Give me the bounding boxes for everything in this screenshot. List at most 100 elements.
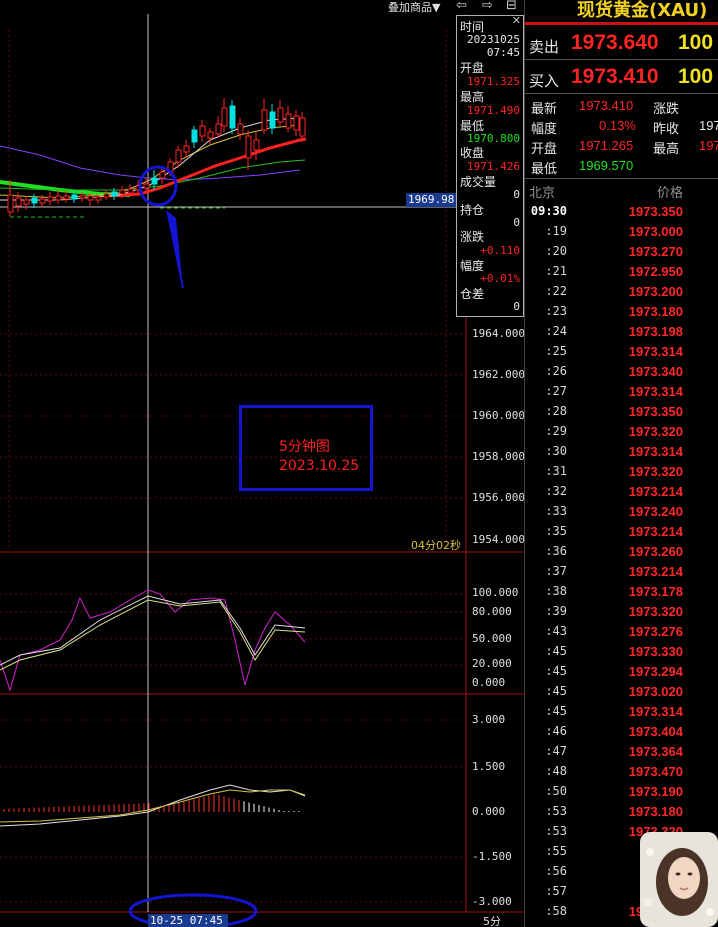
tick-time: :53	[545, 804, 567, 818]
tick-row: :36 1973.260	[525, 542, 718, 562]
sell-volume: 100	[678, 31, 714, 54]
tick-row: :50 1973.190	[525, 782, 718, 802]
tick-row: :19 1973.000	[525, 222, 718, 242]
prev-close-label: 昨收	[653, 122, 680, 137]
chart-area[interactable]: 1964.000 1962.000 1960.000 1958.000 1956.000…	[0, 0, 525, 927]
avatar-image	[640, 832, 718, 927]
osc-y-label: 100.000	[472, 586, 519, 599]
tick-time: :45	[545, 664, 567, 678]
tick-row: :23 1973.180	[525, 302, 718, 322]
instrument-title: 现货黄金(XAU)	[577, 0, 708, 21]
tick-price: 1972.950	[628, 264, 683, 279]
period-button[interactable]: 5分	[483, 913, 501, 927]
candle-body	[221, 107, 228, 127]
tick-row: :45 1973.314	[525, 702, 718, 722]
price-y-label: 1958.000	[472, 450, 525, 463]
pct-value: 0.13%	[599, 118, 636, 133]
info-position-label: 持仓	[460, 203, 485, 217]
tick-price: 1973.276	[628, 624, 683, 639]
tick-price: 1973.340	[628, 364, 683, 379]
price-y-label: 1954.000	[472, 533, 525, 546]
tick-row: :20 1973.270	[525, 242, 718, 262]
tick-row: :45 1973.020	[525, 682, 718, 702]
tick-price: 1973.320	[628, 424, 683, 439]
tick-time: :48	[545, 764, 567, 778]
info-volume: 0	[513, 188, 520, 201]
close-icon[interactable]: ✕	[512, 14, 521, 27]
tick-price: 1973.180	[628, 804, 683, 819]
tick-row: :43 1973.276	[525, 622, 718, 642]
tick-time: :47	[545, 744, 567, 758]
candle-body	[299, 117, 306, 137]
candle-body	[87, 195, 94, 201]
tick-row: :53 1973.180	[525, 802, 718, 822]
info-oi-diff-label: 仓差	[460, 287, 485, 301]
tick-row: :26 1973.340	[525, 362, 718, 382]
candle-body	[71, 194, 78, 200]
tick-time: :36	[545, 544, 567, 558]
candle-body	[39, 198, 46, 204]
candle-body	[269, 111, 276, 129]
candle-body	[245, 135, 252, 159]
price-y-label: 1960.000	[472, 409, 525, 422]
sell-row[interactable]: 卖出 1973.640 100	[529, 28, 718, 58]
user-avatar[interactable]	[640, 832, 718, 927]
tick-row: :27 1973.314	[525, 382, 718, 402]
osc-white	[0, 595, 306, 666]
tick-price: 1973.350	[628, 204, 683, 219]
annotation-title: 5分钟图	[279, 439, 330, 455]
bar-info-box: ✕ 时间 20231025 07:45 开盘 1971.325 最高 1971.…	[456, 14, 524, 317]
arrow-left-icon[interactable]: ⇦	[456, 0, 467, 13]
tick-time: :46	[545, 724, 567, 738]
buy-label: 买入	[529, 72, 560, 90]
sell-label: 卖出	[529, 38, 560, 56]
divider	[525, 59, 718, 60]
tick-time: :22	[545, 284, 567, 298]
tick-time: 09:30	[530, 204, 567, 218]
arrow-right-icon[interactable]: ⇨	[482, 0, 493, 13]
tick-row: :31 1973.320	[525, 462, 718, 482]
candle-body	[183, 145, 190, 153]
tick-row: :32 1973.214	[525, 482, 718, 502]
tick-price: 1973.200	[628, 284, 683, 299]
candle-body	[111, 191, 118, 197]
tick-time-header: 北京	[529, 186, 556, 201]
tick-time: :28	[545, 404, 567, 418]
window-icon[interactable]: ⊟	[506, 0, 517, 13]
tick-time: :39	[545, 604, 567, 618]
tick-time: :58	[545, 904, 567, 918]
title-underline	[525, 22, 718, 25]
tick-time: :43	[545, 624, 567, 638]
info-date: 20231025	[467, 33, 520, 46]
candle-body	[63, 195, 70, 200]
buy-row[interactable]: 买入 1973.410 100	[529, 62, 718, 92]
candle-body	[277, 107, 284, 123]
tick-price: 1973.270	[628, 244, 683, 259]
candle-body	[119, 189, 126, 195]
tick-time: :57	[545, 884, 567, 898]
tick-price: 1973.000	[628, 224, 683, 239]
crosshair-time-tag: 10-25 07:45	[148, 914, 228, 927]
tick-time: :20	[545, 244, 567, 258]
annotation-date: 2023.10.25	[279, 458, 360, 474]
tick-time: :45	[545, 684, 567, 698]
last-label: 最新	[531, 102, 558, 117]
overlay-product-dropdown[interactable]: 叠加商品▼	[388, 0, 440, 15]
tick-time: :55	[545, 844, 567, 858]
tick-price: 1973.294	[628, 664, 683, 679]
info-change-label: 涨跌	[460, 230, 485, 244]
tick-time: :24	[545, 324, 567, 338]
candle-body	[23, 199, 30, 205]
tick-price: 1973.190	[628, 784, 683, 799]
tick-price: 1973.330	[628, 644, 683, 659]
tick-price: 1973.314	[628, 704, 683, 719]
tick-row: :35 1973.214	[525, 522, 718, 542]
buy-price: 1973.410	[571, 65, 659, 88]
quote-panel: 现货黄金(XAU) 卖出 1973.640 100 买入 1973.410 10…	[524, 0, 718, 927]
crosshair	[0, 14, 466, 912]
tick-time: :30	[545, 444, 567, 458]
tick-price: 1973.320	[628, 464, 683, 479]
price-y-label: 1962.000	[472, 368, 525, 381]
tick-price: 1973.214	[628, 484, 683, 499]
high-label: 最高	[653, 142, 680, 157]
